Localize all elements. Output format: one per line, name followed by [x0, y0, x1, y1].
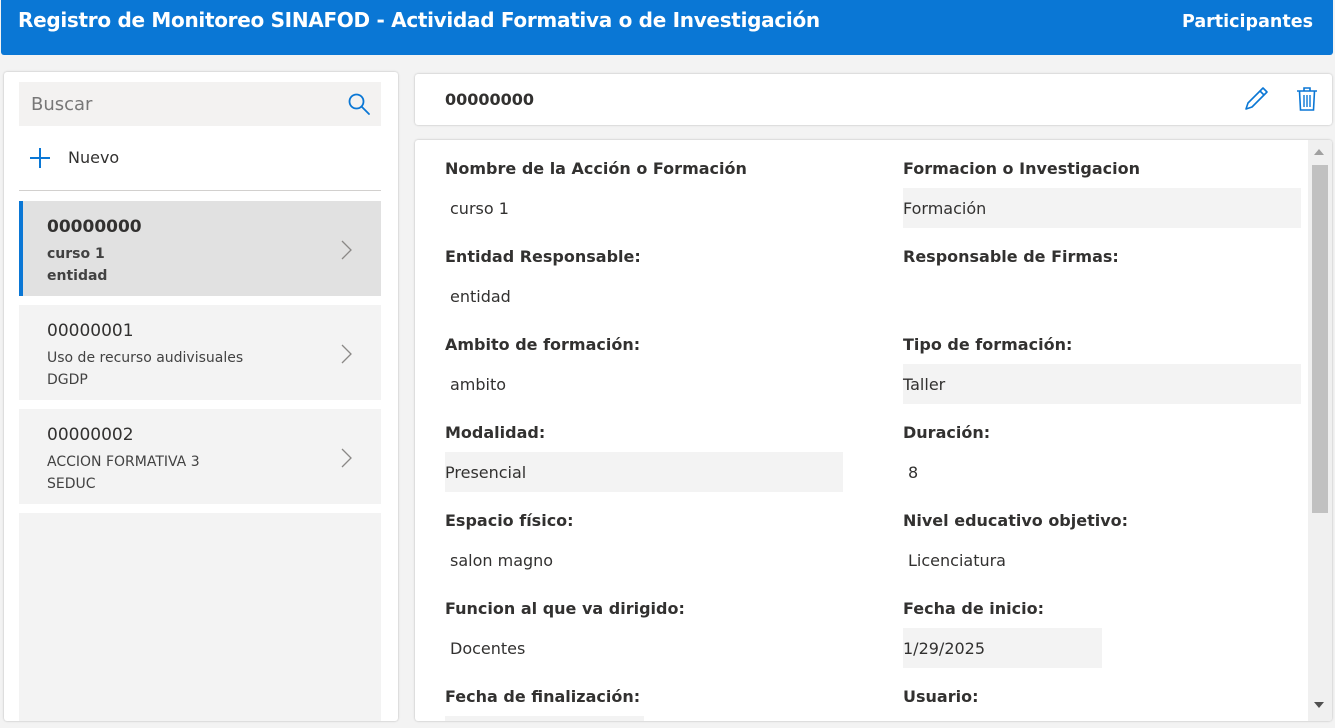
item-name: curso 1 [47, 246, 105, 262]
item-code: 00000001 [47, 321, 134, 341]
field-label-entidad: Entidad Responsable: [445, 247, 641, 266]
field-label-espacio: Espacio físico: [445, 511, 574, 530]
plus-icon [29, 147, 51, 169]
search-icon[interactable] [347, 92, 371, 116]
detail-form: Nombre de la Acción o Formación curso 1 … [415, 140, 1332, 721]
search-box [19, 82, 381, 126]
item-name: Uso de recurso audivisuales [47, 350, 244, 366]
field-label-inicio: Fecha de inicio: [903, 599, 1044, 618]
pencil-icon[interactable] [1243, 86, 1269, 112]
field-value-ambito: ambito [450, 375, 507, 394]
detail-code: 00000000 [445, 90, 535, 109]
chevron-right-icon[interactable] [339, 447, 353, 469]
item-name: ACCION FORMATIVA 3 [47, 454, 200, 470]
field-label-ambito: Ambito de formación: [445, 335, 641, 354]
field-value-espacio: salon magno [450, 551, 554, 570]
field-value-duracion: 8 [908, 463, 919, 482]
item-entity: DGDP [47, 372, 88, 388]
detail-header: 00000000 [415, 74, 1332, 125]
field-value-nombre: curso 1 [450, 199, 509, 218]
item-code: 00000002 [47, 425, 134, 445]
field-label-funcion: Funcion al que va dirigido: [445, 599, 685, 618]
item-entity: SEDUC [47, 476, 96, 492]
vertical-scrollbar[interactable] [1308, 140, 1332, 721]
field-value-firmas [903, 276, 1301, 316]
trash-icon[interactable] [1296, 86, 1318, 112]
field-value-formacion: Formación [903, 188, 1301, 228]
field-value-tipo: Taller [903, 364, 1301, 404]
field-value-modalidad: Presencial [445, 452, 843, 492]
field-value-inicio: 1/29/2025 [903, 628, 1102, 668]
app-header: Registro de Monitoreo SINAFOD - Activida… [1, 0, 1333, 55]
list-item[interactable]: 00000000 curso 1 entidad [19, 201, 381, 296]
field-label-tipo: Tipo de formación: [903, 335, 1073, 354]
search-input[interactable] [19, 82, 339, 126]
scroll-up-arrow-icon[interactable] [1314, 149, 1324, 155]
list-item[interactable]: 00000002 ACCION FORMATIVA 3 SEDUC [19, 409, 381, 504]
list-item[interactable]: 00000001 Uso de recurso audivisuales DGD… [19, 305, 381, 400]
field-label-firmas: Responsable de Firmas: [903, 247, 1119, 266]
field-label-nombre: Nombre de la Acción o Formación [445, 159, 747, 178]
field-value-funcion: Docentes [450, 639, 526, 658]
field-label-nivel: Nivel educativo objetivo: [903, 511, 1129, 530]
gallery-empty-area [19, 513, 381, 721]
chevron-right-icon[interactable] [339, 343, 353, 365]
field-label-formacion: Formacion o Investigacion [903, 159, 1140, 178]
field-value-nivel: Licenciatura [908, 551, 1006, 570]
scroll-down-arrow-icon[interactable] [1314, 702, 1324, 708]
app-title: Registro de Monitoreo SINAFOD - Activida… [18, 8, 820, 32]
scrollbar-thumb[interactable] [1312, 165, 1328, 513]
field-label-modalidad: Modalidad: [445, 423, 546, 442]
field-label-fin: Fecha de finalización: [445, 687, 641, 706]
new-record-label: Nuevo [68, 148, 120, 167]
item-code: 00000000 [47, 217, 142, 237]
field-label-usuario: Usuario: [903, 687, 979, 706]
field-value-fin [445, 716, 644, 721]
new-record-button[interactable]: Nuevo [29, 144, 149, 174]
records-gallery-panel: Nuevo 00000000 curso 1 entidad 00000001 … [4, 72, 398, 721]
divider [19, 190, 381, 191]
item-entity: entidad [47, 268, 108, 284]
field-label-duracion: Duración: [903, 423, 991, 442]
field-value-entidad: entidad [450, 287, 511, 306]
participants-link[interactable]: Participantes [1182, 12, 1313, 32]
chevron-right-icon[interactable] [339, 239, 353, 261]
